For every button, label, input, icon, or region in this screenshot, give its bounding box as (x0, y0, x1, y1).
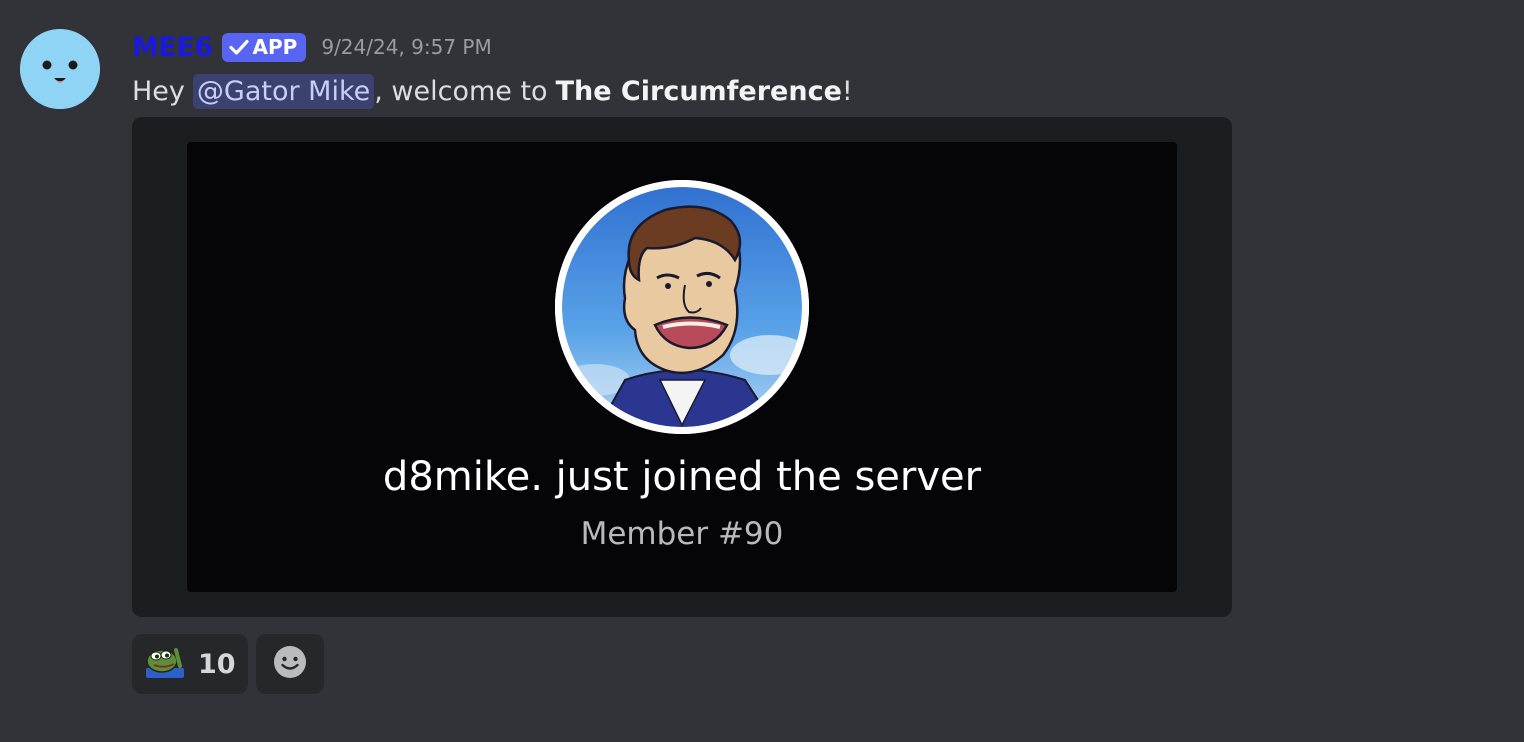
reaction-count: 10 (198, 648, 236, 680)
app-badge-label: APP (252, 35, 298, 59)
user-mention[interactable]: @Gator Mike (192, 73, 375, 109)
mee6-face-icon (20, 29, 100, 109)
caricature-portrait-icon (555, 180, 809, 434)
smiley-add-reaction-icon (272, 644, 308, 684)
mee6-avatar[interactable] (20, 29, 100, 109)
greeting-text: Hey (132, 75, 185, 107)
server-name: The Circumference (555, 75, 842, 107)
reaction-bar: 10 (132, 634, 324, 694)
member-number: Member #90 (580, 516, 784, 552)
welcome-embed: d8mike. just joined the server Member #9… (132, 117, 1232, 617)
joined-user-avatar (555, 180, 809, 434)
pepe-frog-emoji-icon (144, 644, 186, 684)
join-announcement: d8mike. just joined the server (382, 454, 982, 500)
checkmark-icon (228, 39, 249, 55)
welcome-text: , welcome to (374, 75, 548, 107)
message-content: Hey @Gator Mike , welcome to The Circumf… (132, 69, 853, 113)
author-name[interactable]: MEE6 (132, 32, 213, 63)
exclamation-text: ! (841, 75, 853, 107)
message-header: MEE6 APP 9/24/24, 9:57 PM (132, 30, 492, 64)
chat-message: MEE6 APP 9/24/24, 9:57 PM Hey @Gator Mik… (0, 0, 1524, 742)
add-reaction-button[interactable] (256, 634, 324, 694)
reaction-pepe[interactable]: 10 (132, 634, 248, 694)
welcome-card-image[interactable]: d8mike. just joined the server Member #9… (187, 142, 1177, 592)
app-badge: APP (221, 32, 307, 62)
message-timestamp[interactable]: 9/24/24, 9:57 PM (321, 35, 491, 59)
